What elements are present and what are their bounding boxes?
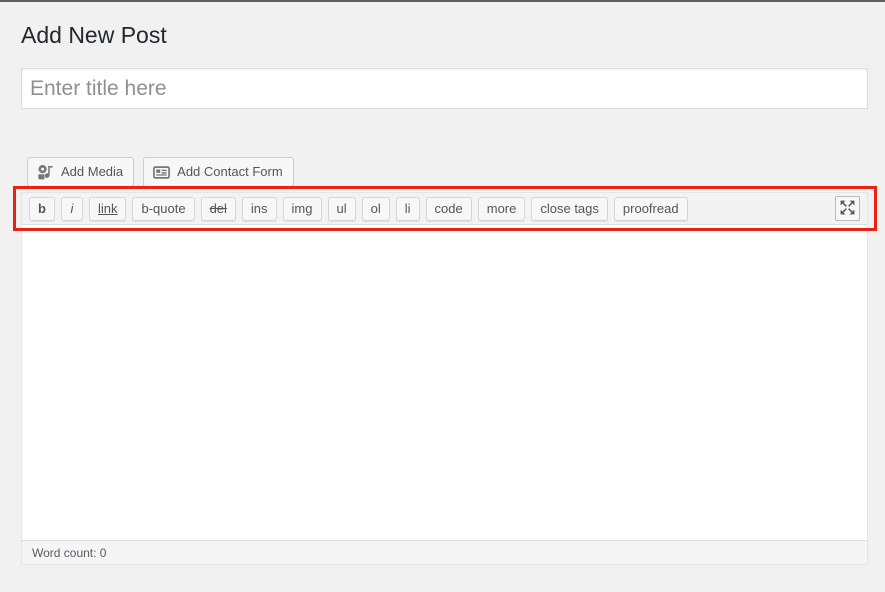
add-media-button[interactable]: Add Media [27, 157, 135, 187]
add-media-label: Add Media [61, 164, 124, 179]
quicktag-button-i[interactable]: i [60, 197, 83, 221]
quicktag-button-li[interactable]: li [395, 197, 420, 221]
quicktag-button-b[interactable]: b [29, 197, 55, 221]
quicktag-button-more[interactable]: more [477, 197, 526, 221]
add-contact-form-label: Add Contact Form [177, 164, 283, 179]
quicktags-button-list: b i link b-quote del ins img ul ol li code more clos… [29, 197, 867, 221]
quicktag-button-ins[interactable]: ins [241, 197, 277, 221]
quicktags-toolbar: b i link b-quote del ins img ul ol li code more clos… [22, 193, 867, 225]
quicktag-button-link[interactable]: link [88, 197, 127, 221]
post-content-area[interactable] [22, 225, 867, 540]
post-title-input[interactable] [22, 69, 867, 108]
word-count-label: Word count: 0 [32, 545, 107, 560]
admin-bar-bottom-edge [0, 0, 885, 5]
quicktag-button-b-quote[interactable]: b-quote [132, 197, 195, 221]
post-content-editor-panel: b i link b-quote del ins img ul ol li code more clos… [21, 192, 868, 565]
post-content-textarea[interactable] [22, 225, 867, 540]
quicktag-button-del[interactable]: del [200, 197, 236, 221]
quicktag-button-code[interactable]: code [425, 197, 472, 221]
quicktag-button-ol[interactable]: ol [361, 197, 390, 221]
add-contact-form-button[interactable]: Add Contact Form [143, 157, 294, 187]
media-icon [37, 164, 54, 181]
media-buttons-row: Add Media Add Contact Form [27, 157, 294, 187]
fullscreen-expand-icon [840, 200, 855, 218]
quicktag-button-close-tags[interactable]: close tags [531, 197, 608, 221]
post-title-field-wrapper[interactable] [21, 68, 868, 109]
quicktag-button-img[interactable]: img [282, 197, 322, 221]
contact-form-icon [153, 164, 171, 181]
page-title: Add New Post [21, 22, 167, 48]
quicktag-button-ul[interactable]: ul [327, 197, 356, 221]
editor-footer: Word count: 0 [22, 540, 867, 564]
fullscreen-toggle-button[interactable] [835, 196, 860, 221]
quicktag-button-proofread[interactable]: proofread [613, 197, 688, 221]
